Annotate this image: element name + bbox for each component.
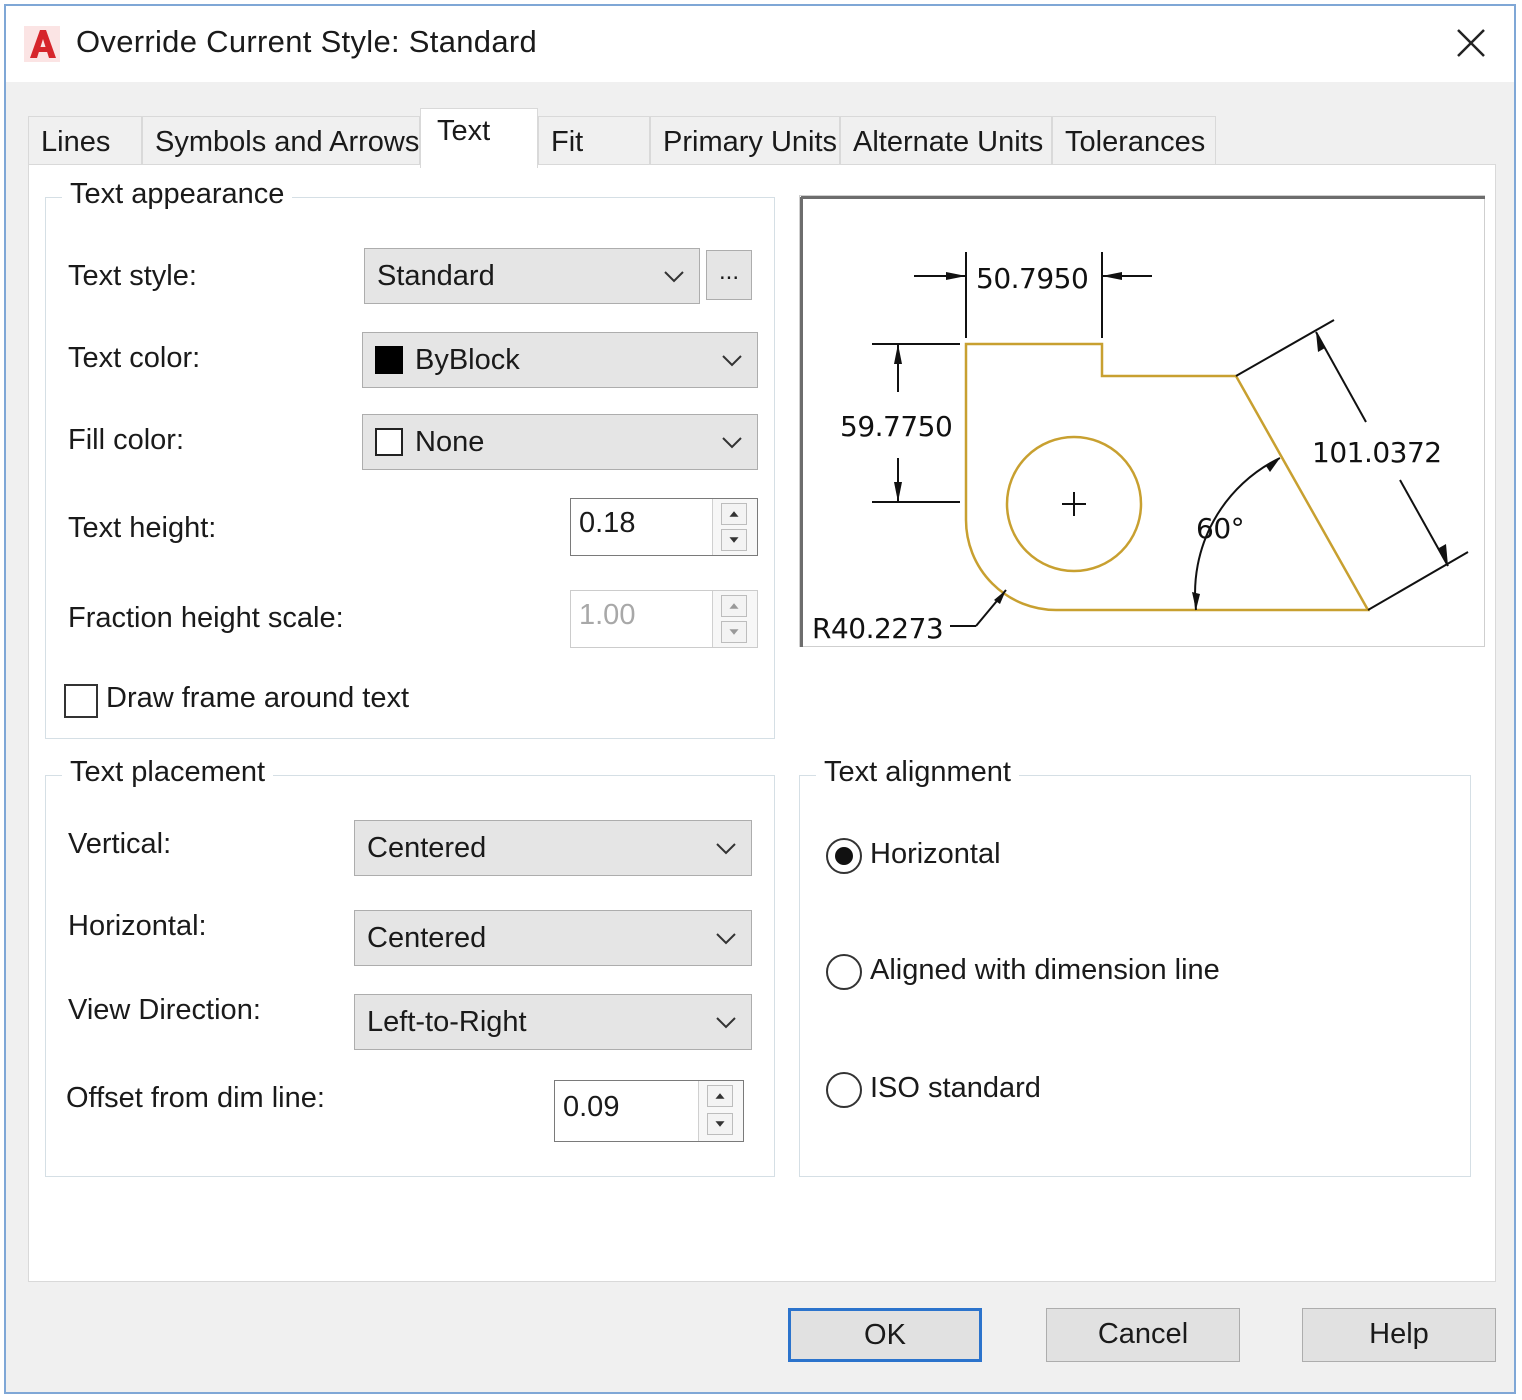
tab-tolerances[interactable]: Tolerances <box>1052 116 1216 166</box>
text-color-label: Text color: <box>68 342 201 374</box>
vertical-label: Vertical: <box>68 828 172 860</box>
autocad-icon <box>24 26 60 62</box>
text-height-value: 0.18 <box>579 507 636 539</box>
tab-alternate-units[interactable]: Alternate Units <box>840 116 1052 166</box>
spin-down-icon[interactable] <box>707 1113 733 1135</box>
radio-iso-standard[interactable] <box>826 1072 862 1108</box>
dim-left-label: 59.7750 <box>840 410 952 443</box>
fill-color-dropdown[interactable]: None <box>362 414 758 470</box>
text-color-dropdown[interactable]: ByBlock <box>362 332 758 388</box>
preview-drawing: 50.7950 59.7750 101.0372 60° R40.2273 <box>800 196 1485 647</box>
dialog-title: Override Current Style: Standard <box>76 24 538 59</box>
tab-fit[interactable]: Fit <box>538 116 650 166</box>
tab-primary-units[interactable]: Primary Units <box>650 116 840 166</box>
tab-lines[interactable]: Lines <box>28 116 142 166</box>
tab-text[interactable]: Text <box>420 108 538 168</box>
dim-top-label: 50.7950 <box>976 262 1088 295</box>
dialog-window: Override Current Style: Standard Lines S… <box>4 4 1516 1394</box>
fraction-height-scale-value: 1.00 <box>579 599 636 631</box>
radio-selected-dot <box>835 847 853 865</box>
spin-up-icon[interactable] <box>707 1085 733 1107</box>
offset-spinner[interactable]: 0.09 <box>554 1080 744 1142</box>
text-alignment-group: Text alignment Horizontal Aligned with d… <box>799 756 1471 1177</box>
spin-down-icon[interactable] <box>721 621 747 643</box>
offset-label: Offset from dim line: <box>66 1082 325 1114</box>
spinner-arrows <box>712 499 757 555</box>
text-height-spinner[interactable]: 0.18 <box>570 498 758 556</box>
spinner-arrows <box>698 1081 743 1141</box>
dim-angle-label: 60° <box>1196 512 1244 545</box>
radio-aligned-label: Aligned with dimension line <box>870 954 1220 986</box>
horizontal-dropdown[interactable]: Centered <box>354 910 752 966</box>
chevron-down-icon <box>716 843 736 855</box>
text-tab-panel: Text appearance Text style: Standard ...… <box>28 164 1496 1282</box>
dim-radius-label: R40.2273 <box>812 612 943 645</box>
text-placement-title: Text placement <box>62 756 274 789</box>
chevron-down-icon <box>722 437 742 449</box>
spin-up-icon[interactable] <box>721 595 747 617</box>
text-style-value: Standard <box>377 260 495 292</box>
text-color-value: ByBlock <box>415 344 520 376</box>
spinner-arrows <box>712 591 757 647</box>
chevron-down-icon <box>716 933 736 945</box>
text-style-dropdown[interactable]: Standard <box>364 248 700 304</box>
ok-button[interactable]: OK <box>788 1308 982 1362</box>
dimension-preview: 50.7950 59.7750 101.0372 60° R40.2273 <box>799 195 1485 647</box>
close-icon[interactable] <box>1446 18 1496 68</box>
chevron-down-icon <box>722 355 742 367</box>
dim-right-label: 101.0372 <box>1312 436 1442 469</box>
vertical-dropdown[interactable]: Centered <box>354 820 752 876</box>
text-style-label: Text style: <box>68 260 197 292</box>
text-alignment-title: Text alignment <box>816 756 1019 789</box>
spin-up-icon[interactable] <box>721 503 747 525</box>
fraction-height-scale-spinner[interactable]: 1.00 <box>570 590 758 648</box>
view-direction-value: Left-to-Right <box>367 1006 527 1038</box>
cancel-button[interactable]: Cancel <box>1046 1308 1240 1362</box>
view-direction-dropdown[interactable]: Left-to-Right <box>354 994 752 1050</box>
draw-frame-checkbox[interactable] <box>64 684 98 718</box>
fill-color-value: None <box>415 426 485 458</box>
title-bar: Override Current Style: Standard <box>6 6 1514 82</box>
color-swatch-icon <box>375 428 403 456</box>
text-height-label: Text height: <box>68 512 217 544</box>
horizontal-value: Centered <box>367 922 487 954</box>
radio-aligned-with-dimension-line[interactable] <box>826 954 862 990</box>
part-outline <box>964 342 1371 612</box>
view-direction-label: View Direction: <box>68 994 261 1026</box>
chevron-down-icon <box>716 1017 736 1029</box>
radio-iso-label: ISO standard <box>870 1072 1041 1104</box>
text-appearance-group: Text appearance Text style: Standard ...… <box>45 178 775 739</box>
text-style-browse-button[interactable]: ... <box>706 250 752 300</box>
spin-down-icon[interactable] <box>721 529 747 551</box>
fill-color-label: Fill color: <box>68 424 185 456</box>
color-swatch-icon <box>375 346 403 374</box>
radio-horizontal[interactable] <box>826 838 862 874</box>
radio-horizontal-label: Horizontal <box>870 838 1001 870</box>
chevron-down-icon <box>664 271 684 283</box>
text-placement-group: Text placement Vertical: Centered Horizo… <box>45 756 775 1177</box>
draw-frame-label: Draw frame around text <box>106 682 410 714</box>
help-button[interactable]: Help <box>1302 1308 1496 1362</box>
tab-symbols-and-arrows[interactable]: Symbols and Arrows <box>142 116 420 166</box>
fraction-height-scale-label: Fraction height scale: <box>68 602 344 634</box>
text-appearance-title: Text appearance <box>62 178 293 211</box>
vertical-value: Centered <box>367 832 487 864</box>
horizontal-label: Horizontal: <box>68 910 207 942</box>
offset-value: 0.09 <box>563 1091 620 1123</box>
